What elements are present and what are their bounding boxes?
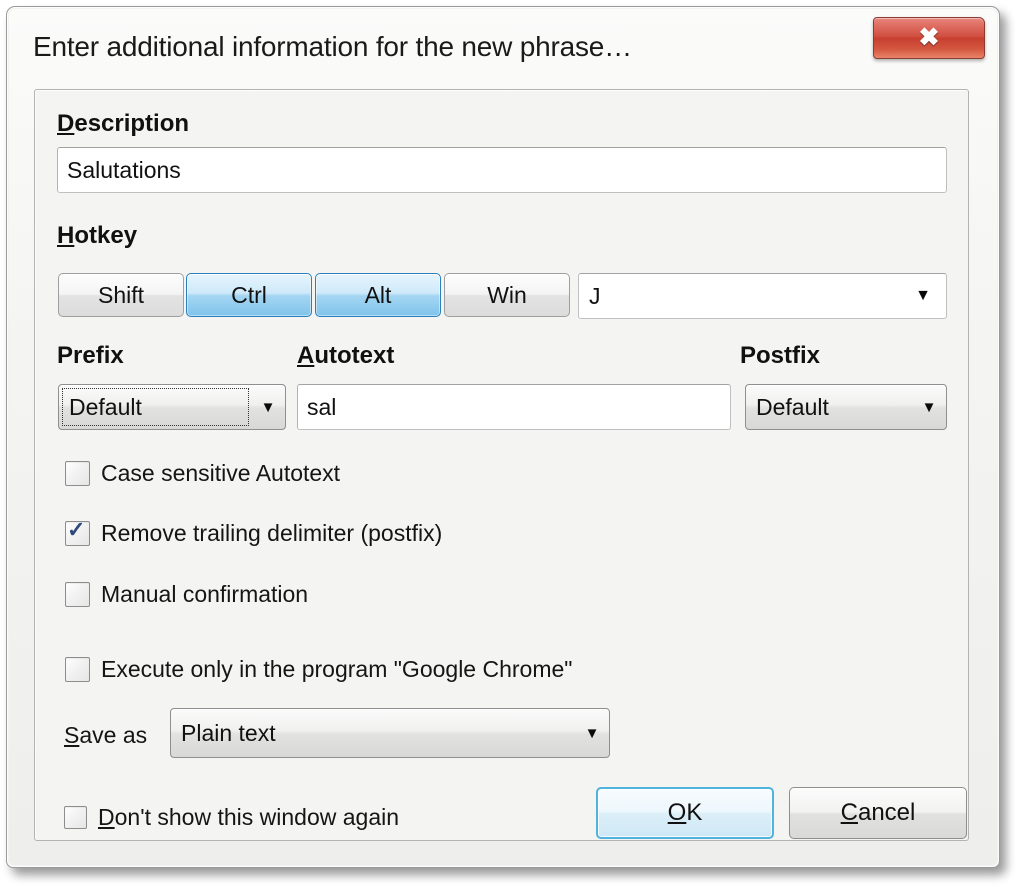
hotkey-modifier-shift[interactable]: Shift [58, 273, 184, 317]
chevron-down-icon: ▼ [915, 287, 931, 304]
hotkey-label: Hotkey [57, 222, 138, 249]
postfix-label: Postfix [740, 342, 821, 369]
hotkey-modifier-alt-label: Alt [364, 281, 392, 308]
checkbox-manual-confirmation-label: Manual confirmation [101, 581, 309, 607]
checkbox-remove-trailing-delimiter[interactable]: Remove trailing delimiter (postfix) [65, 517, 443, 547]
prefix-label: Prefix [57, 342, 124, 369]
settings-panel: Description Salutations Hotkey Shift Ctr… [34, 89, 969, 841]
checkbox-case-sensitive-autotext[interactable]: Case sensitive Autotext [65, 460, 340, 487]
checkbox-dont-show-again[interactable]: Don't show this window again [64, 804, 399, 831]
checkbox-box [65, 517, 90, 546]
hotkey-modifier-win-label: Win [487, 281, 527, 308]
close-button[interactable]: ✖ [873, 17, 985, 59]
close-icon: ✖ [918, 23, 940, 52]
ok-button[interactable]: OK [596, 787, 774, 839]
autotext-input[interactable]: sal [297, 384, 731, 430]
autotext-label: Autotext [297, 342, 395, 369]
save-as-label: Save as [64, 722, 148, 748]
checkbox-execute-only-in-program-label: Execute only in the program "Google Chro… [101, 656, 573, 682]
checkbox-remove-trailing-delimiter-label: Remove trailing delimiter (postfix) [101, 520, 443, 546]
hotkey-modifier-win[interactable]: Win [444, 273, 570, 317]
hotkey-key-value: J [589, 282, 601, 309]
description-label: Description [57, 110, 190, 137]
chevron-down-icon: ▼ [921, 398, 937, 416]
description-input[interactable]: Salutations [57, 147, 947, 193]
hotkey-modifier-ctrl-label: Ctrl [231, 281, 267, 308]
checkbox-dont-show-again-label: Don't show this window again [98, 804, 400, 830]
checkbox-box [64, 806, 87, 829]
dialog-window: Enter additional information for the new… [6, 6, 1000, 868]
save-as-combo-value: Plain text [181, 719, 276, 746]
description-input-value: Salutations [67, 156, 181, 183]
prefix-combo[interactable]: Default ▼ [58, 384, 286, 430]
cancel-button-label: Cancel [840, 799, 916, 826]
hotkey-modifier-alt[interactable]: Alt [315, 273, 441, 317]
dialog-title: Enter additional information for the new… [33, 31, 632, 62]
autotext-input-value: sal [307, 393, 337, 420]
chevron-down-icon: ▼ [584, 724, 600, 742]
hotkey-key-combo[interactable]: J ▼ [578, 273, 947, 319]
dialog-window-body: Enter additional information for the new… [9, 9, 997, 865]
hotkey-modifier-shift-label: Shift [97, 281, 145, 308]
checkbox-manual-confirmation[interactable]: Manual confirmation [65, 581, 308, 608]
prefix-combo-value: Default [69, 393, 142, 420]
title-bar: Enter additional information for the new… [9, 9, 997, 83]
chevron-down-icon: ▼ [260, 398, 276, 416]
postfix-combo[interactable]: Default ▼ [745, 384, 947, 430]
save-as-combo[interactable]: Plain text ▼ [170, 708, 610, 758]
checkbox-execute-only-in-program[interactable]: Execute only in the program "Google Chro… [65, 656, 572, 683]
postfix-combo-value: Default [756, 393, 829, 420]
checkbox-box [65, 582, 90, 607]
hotkey-modifier-ctrl[interactable]: Ctrl [186, 273, 312, 317]
checkbox-box [65, 657, 90, 682]
checkbox-box [65, 461, 90, 486]
checkbox-case-sensitive-autotext-label: Case sensitive Autotext [101, 460, 341, 486]
ok-button-label: OK [667, 799, 703, 826]
cancel-button[interactable]: Cancel [789, 787, 967, 839]
